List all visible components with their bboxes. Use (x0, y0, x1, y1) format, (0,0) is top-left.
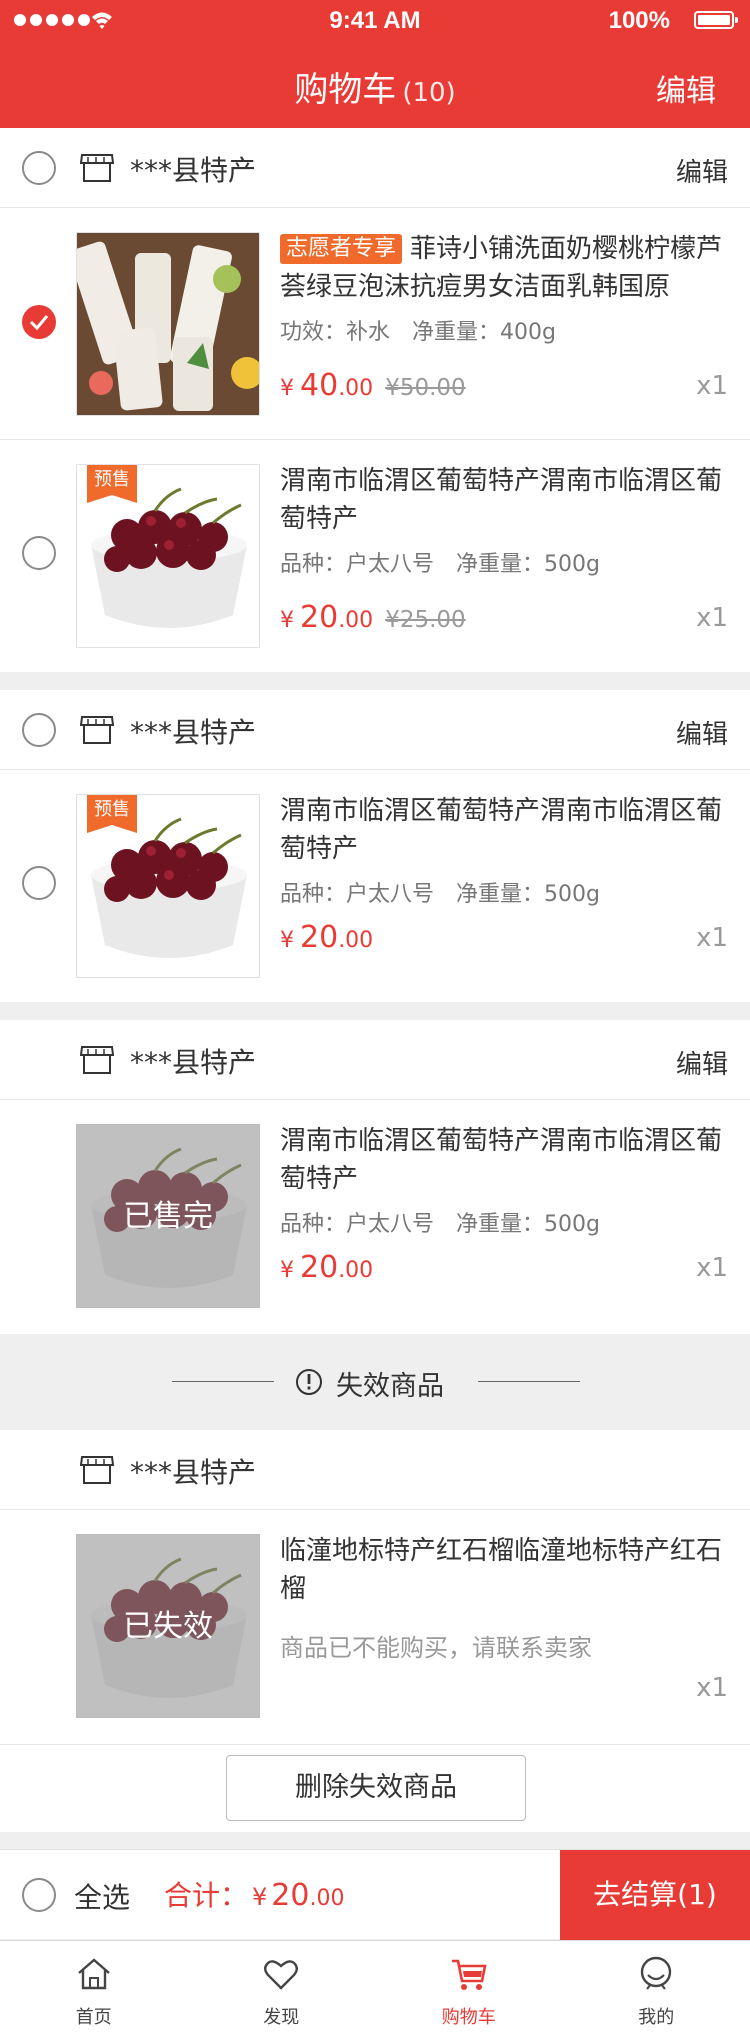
product-image[interactable]: 已售完 (76, 1124, 260, 1308)
edit-cart-button[interactable]: 编辑 (656, 66, 716, 110)
shop-group: ***县特产 编辑 预售 渭南市临渭区葡萄特产渭南市临渭区葡萄特产 品种：户太八… (0, 690, 750, 1002)
checkout-button[interactable]: 去结算(1) (560, 1850, 750, 1940)
tab-discover[interactable]: 发现 (188, 1941, 376, 2036)
header: 9:41 AM 100% 购物车 (10) 编辑 (0, 0, 750, 128)
original-price: ¥25.00 (385, 607, 466, 633)
invalid-label: 已失效 (123, 1609, 213, 1644)
shop-group: ***县特产 编辑 已售完 渭南市临渭区葡萄特产渭南市临渭区葡萄特产 品种：户太… (0, 1020, 750, 1334)
page-title: 购物车 (10) (294, 70, 456, 110)
tab-label: 购物车 (441, 2007, 496, 2028)
shop-select-radio[interactable] (22, 713, 56, 747)
product-spec: 功效：补水 净重量：400g (280, 320, 556, 345)
shop-header: ***县特产 编辑 (0, 1020, 750, 1100)
user-icon (641, 1956, 672, 1990)
select-all-radio[interactable] (22, 1878, 56, 1912)
tab-home[interactable]: 首页 (0, 1941, 188, 2036)
volunteer-tag: 志愿者专享 (280, 234, 403, 264)
invalid-section-label: 失效商品 (336, 1371, 444, 1402)
product-price: ¥20.00 (280, 1250, 374, 1285)
battery-percent: 100% (608, 7, 670, 34)
item-select-radio[interactable] (22, 536, 56, 570)
exclamation-icon (296, 1369, 322, 1395)
product-quantity: x1 (696, 1253, 728, 1283)
store-icon (80, 1456, 114, 1484)
app-root: 9:41 AM 100% 购物车 (10) 编辑 ***县特产 编辑 志愿者专享… (0, 0, 750, 2036)
product-image[interactable] (76, 232, 260, 416)
cart-item: 预售 渭南市临渭区葡萄特产渭南市临渭区葡萄特产 品种：户太八号 净重量：500g … (0, 440, 750, 672)
tab-label: 发现 (263, 2007, 300, 2028)
shop-name: ***县特产 (130, 716, 257, 749)
shop-header: ***县特产 编辑 (0, 690, 750, 770)
product-title[interactable]: 渭南市临渭区葡萄特产渭南市临渭区葡萄特产 (280, 462, 730, 538)
total-price: 合计： ¥20.00 (164, 1878, 345, 1913)
tab-cart[interactable]: 购物车 (375, 1941, 563, 2036)
home-icon (77, 1958, 110, 1990)
tab-profile[interactable]: 我的 (563, 1941, 750, 2036)
battery-icon (694, 11, 738, 29)
product-price: ¥20.00 (280, 920, 374, 955)
product-title[interactable]: 渭南市临渭区葡萄特产渭南市临渭区葡萄特产 (280, 1122, 730, 1198)
item-select-radio[interactable] (22, 866, 56, 900)
select-all-label[interactable]: 全选 (74, 1876, 130, 1916)
cart-count: (10) (402, 78, 456, 108)
product-image[interactable]: 预售 (76, 794, 260, 978)
presale-badge: 预售 (87, 795, 137, 833)
product-title[interactable]: 渭南市临渭区葡萄特产渭南市临渭区葡萄特产 (280, 792, 730, 868)
presale-badge: 预售 (87, 465, 137, 503)
store-icon (80, 1046, 114, 1074)
tab-bar: 首页 发现 购物车 我的 (0, 1940, 750, 2036)
invalid-section-header: 失效商品 (0, 1334, 750, 1430)
product-quantity: x1 (696, 603, 728, 633)
tab-label: 首页 (75, 2007, 112, 2028)
product-image[interactable]: 预售 (76, 464, 260, 648)
shop-edit-button[interactable]: 编辑 (676, 152, 728, 189)
store-icon (80, 716, 114, 744)
delete-invalid-button[interactable]: 删除失效商品 (226, 1755, 526, 1821)
product-quantity: x1 (696, 371, 728, 401)
tab-label: 我的 (638, 2007, 675, 2028)
cart-item: 预售 渭南市临渭区葡萄特产渭南市临渭区葡萄特产 品种：户太八号 净重量：500g … (0, 770, 750, 1002)
sold-out-label: 已售完 (123, 1199, 213, 1234)
product-quantity: x1 (696, 1673, 728, 1703)
shop-header: ***县特产 (0, 1430, 750, 1510)
shop-header: ***县特产 编辑 (0, 128, 750, 208)
status-bar: 9:41 AM 100% (0, 0, 750, 40)
unavailable-note: 商品已不能购买，请联系卖家 (280, 1634, 592, 1662)
product-spec: 品种：户太八号 净重量：500g (280, 882, 600, 907)
heart-icon (264, 1960, 299, 1990)
cart-item-sold-out: 已售完 渭南市临渭区葡萄特产渭南市临渭区葡萄特产 品种：户太八号 净重量：500g… (0, 1100, 750, 1332)
cart-item: 志愿者专享 菲诗小铺洗面奶樱桃柠檬芦荟绿豆泡沫抗痘男女洁面乳韩国原 功效：补水 净重… (0, 208, 750, 440)
shop-group-invalid: ***县特产 已失效 临潼地标特产红石榴临潼地标特产红石榴 商品已不能购买，请联… (0, 1430, 750, 1744)
checkout-bar: 全选 合计： ¥20.00 去结算(1) (0, 1849, 750, 1940)
shop-name: ***县特产 (130, 154, 257, 187)
item-select-radio[interactable] (22, 305, 56, 339)
divider-line (478, 1381, 580, 1382)
product-spec: 品种：户太八号 净重量：500g (280, 1212, 600, 1237)
product-spec: 品种：户太八号 净重量：500g (280, 552, 600, 577)
product-title[interactable]: 临潼地标特产红石榴临潼地标特产红石榴 (280, 1532, 730, 1608)
divider-line (172, 1381, 274, 1382)
shop-group: ***县特产 编辑 志愿者专享 菲诗小铺洗面奶樱桃柠檬芦荟绿豆泡沫抗痘男女洁面乳… (0, 128, 750, 672)
product-quantity: x1 (696, 923, 728, 953)
shop-edit-button[interactable]: 编辑 (676, 714, 728, 751)
cart-icon (451, 1959, 487, 1990)
product-price: ¥20.00 ¥25.00 (280, 600, 466, 635)
delete-invalid-area: 删除失效商品 (0, 1744, 750, 1832)
shop-edit-button[interactable]: 编辑 (676, 1044, 728, 1081)
store-icon (80, 154, 114, 182)
product-image[interactable]: 已失效 (76, 1534, 260, 1718)
shop-select-radio[interactable] (22, 151, 56, 185)
shop-name: ***县特产 (130, 1046, 257, 1079)
product-price: ¥40.00 ¥50.00 (280, 368, 466, 403)
product-title[interactable]: 志愿者专享 菲诗小铺洗面奶樱桃柠檬芦荟绿豆泡沫抗痘男女洁面乳韩国原 (280, 230, 730, 306)
original-price: ¥50.00 (385, 375, 466, 401)
cart-item-invalid: 已失效 临潼地标特产红石榴临潼地标特产红石榴 商品已不能购买，请联系卖家 x1 (0, 1510, 750, 1742)
shop-name: ***县特产 (130, 1456, 257, 1489)
